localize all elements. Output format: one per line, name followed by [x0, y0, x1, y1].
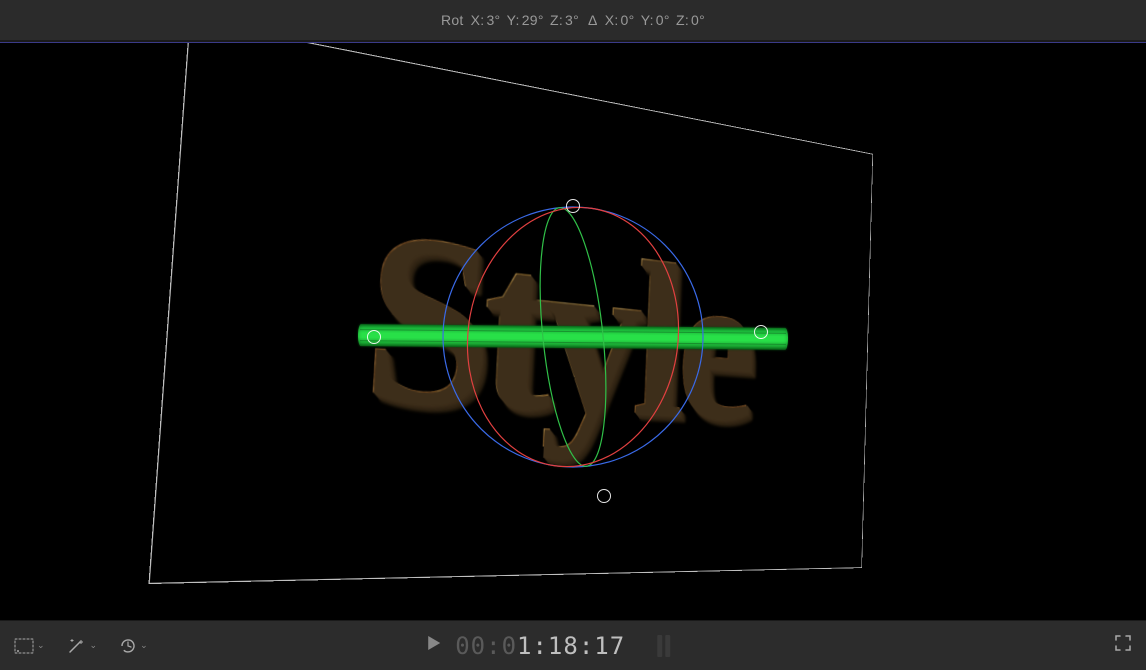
rot-z-label: Z:	[550, 12, 563, 28]
rot-label: Rot	[441, 12, 464, 28]
view-layout-menu[interactable]: ⌄	[14, 638, 45, 654]
rot-y-value: 29°	[522, 12, 544, 28]
delta-x-value: 0°	[621, 12, 635, 28]
timecode-leading: 00:0	[455, 632, 517, 660]
rotation-gizmo[interactable]	[423, 187, 723, 487]
retime-menu[interactable]: ⌄	[119, 637, 148, 655]
gizmo-handle-top[interactable]	[566, 199, 580, 213]
delta-z-value: 0°	[691, 12, 705, 28]
delta-x-label: X:	[605, 12, 619, 28]
gizmo-handle-bottom[interactable]	[597, 489, 611, 503]
timecode-display[interactable]: 00:01:18:17	[455, 632, 625, 660]
delta-z-label: Z:	[676, 12, 689, 28]
rotation-ring-y[interactable]	[530, 205, 617, 470]
rotation-ring-z[interactable]	[443, 207, 703, 467]
delta-label: Δ	[588, 12, 598, 28]
rot-y-label: Y:	[507, 12, 520, 28]
audio-meter	[657, 635, 670, 657]
viewer-toolbar: ⌄ ⌄ ⌄ 00:01:18:17	[0, 620, 1146, 670]
play-button[interactable]	[427, 635, 441, 656]
fullscreen-button[interactable]	[1114, 634, 1132, 657]
gizmo-handle-right[interactable]	[754, 325, 768, 339]
chevron-down-icon: ⌄	[90, 640, 98, 651]
chevron-down-icon: ⌄	[37, 640, 45, 651]
delta-y-value: 0°	[656, 12, 670, 28]
rotation-ring-x[interactable]	[451, 194, 695, 481]
effects-enhancements-menu[interactable]: ⌄	[67, 637, 98, 655]
rot-x-label: X:	[471, 12, 485, 28]
chevron-down-icon: ⌄	[140, 640, 148, 651]
rot-z-value: 3°	[565, 12, 579, 28]
timecode-value: 1:18:17	[517, 632, 625, 660]
delta-y-label: Y:	[641, 12, 654, 28]
rot-x-value: 3°	[486, 12, 500, 28]
transform-readout-bar: Rot X: 3° Y: 29° Z: 3° Δ X: 0° Y: 0° Z: …	[0, 0, 1146, 40]
viewer-canvas[interactable]: Style	[0, 43, 1146, 620]
gizmo-handle-left[interactable]	[367, 330, 381, 344]
